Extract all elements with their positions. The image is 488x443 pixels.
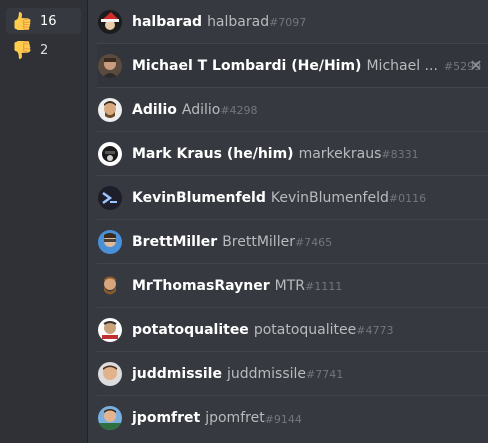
list-item[interactable]: Adilio Adilio #4298	[97, 88, 488, 132]
avatar	[98, 141, 122, 166]
user-nickname: MrThomasRayner	[132, 277, 270, 294]
list-item[interactable]: BrettMiller BrettMiller #7465	[97, 220, 488, 264]
avatar	[98, 229, 122, 254]
user-username: jpomfret	[205, 410, 265, 426]
user-username: Adilio	[181, 101, 221, 118]
user-nickname: juddmissile	[132, 365, 222, 382]
list-item[interactable]: halbarad halbarad #7097	[97, 0, 488, 44]
reaction-sidebar: 16 2	[0, 0, 87, 443]
user-nickname: halbarad	[132, 13, 203, 30]
list-item[interactable]: Mark Kraus (he/him) markekraus #8331	[97, 132, 488, 176]
reaction-count: 2	[40, 42, 49, 58]
user-username: juddmissile	[226, 365, 307, 382]
avatar	[98, 406, 122, 430]
user-nickname: Mark Kraus (he/him)	[132, 145, 294, 162]
user-username: halbarad	[207, 13, 270, 30]
avatar	[98, 317, 122, 342]
reaction-thumbs-up[interactable]: 16	[6, 8, 81, 34]
user-discriminator: #7097	[269, 16, 307, 29]
reaction-count: 16	[40, 13, 57, 29]
user-discriminator: #7741	[306, 368, 344, 381]
avatar	[98, 361, 122, 386]
list-item[interactable]: MrThomasRayner MTR #1111	[97, 264, 488, 308]
close-icon[interactable]: ✕	[468, 57, 484, 74]
list-item[interactable]: Michael T Lombardi (He/Him) Michael ... …	[97, 44, 488, 88]
reactors-list: halbarad halbarad #7097 Michael T Lombar…	[87, 0, 488, 443]
avatar	[98, 185, 122, 210]
user-nickname: jpomfret	[132, 410, 201, 426]
avatar	[98, 53, 122, 78]
user-nickname: BrettMiller	[132, 233, 218, 250]
user-discriminator: #1111	[305, 280, 343, 293]
user-username: KevinBlumenfeld	[270, 189, 389, 206]
list-item[interactable]: jpomfret jpomfret #9144	[97, 396, 488, 440]
avatar	[98, 273, 122, 298]
user-username: potatoqualitee	[253, 321, 357, 338]
user-discriminator: #7465	[294, 236, 333, 249]
user-discriminator: #8331	[381, 148, 419, 161]
user-username: Michael ...	[366, 57, 438, 74]
user-discriminator: #4298	[220, 104, 258, 117]
user-discriminator: #9144	[264, 412, 302, 426]
user-nickname: Michael T Lombardi (He/Him)	[132, 57, 362, 74]
user-discriminator: #0116	[388, 192, 427, 205]
user-discriminator: #4773	[356, 324, 394, 337]
user-username: BrettMiller	[222, 233, 295, 250]
user-nickname: potatoqualitee	[132, 321, 249, 338]
user-username: markekraus	[298, 145, 382, 162]
avatar	[98, 9, 122, 34]
thumbs-down-icon	[12, 40, 32, 60]
list-item[interactable]: KevinBlumenfeld KevinBlumenfeld #0116	[97, 176, 488, 220]
thumbs-up-icon	[12, 11, 32, 31]
list-item[interactable]: potatoqualitee potatoqualitee #4773	[97, 308, 488, 352]
list-item[interactable]: juddmissile juddmissile #7741	[97, 352, 488, 396]
user-nickname: KevinBlumenfeld	[132, 189, 266, 206]
reaction-thumbs-down[interactable]: 2	[6, 37, 81, 63]
user-username: MTR	[274, 277, 305, 294]
user-nickname: Adilio	[132, 101, 177, 118]
avatar	[98, 97, 122, 122]
